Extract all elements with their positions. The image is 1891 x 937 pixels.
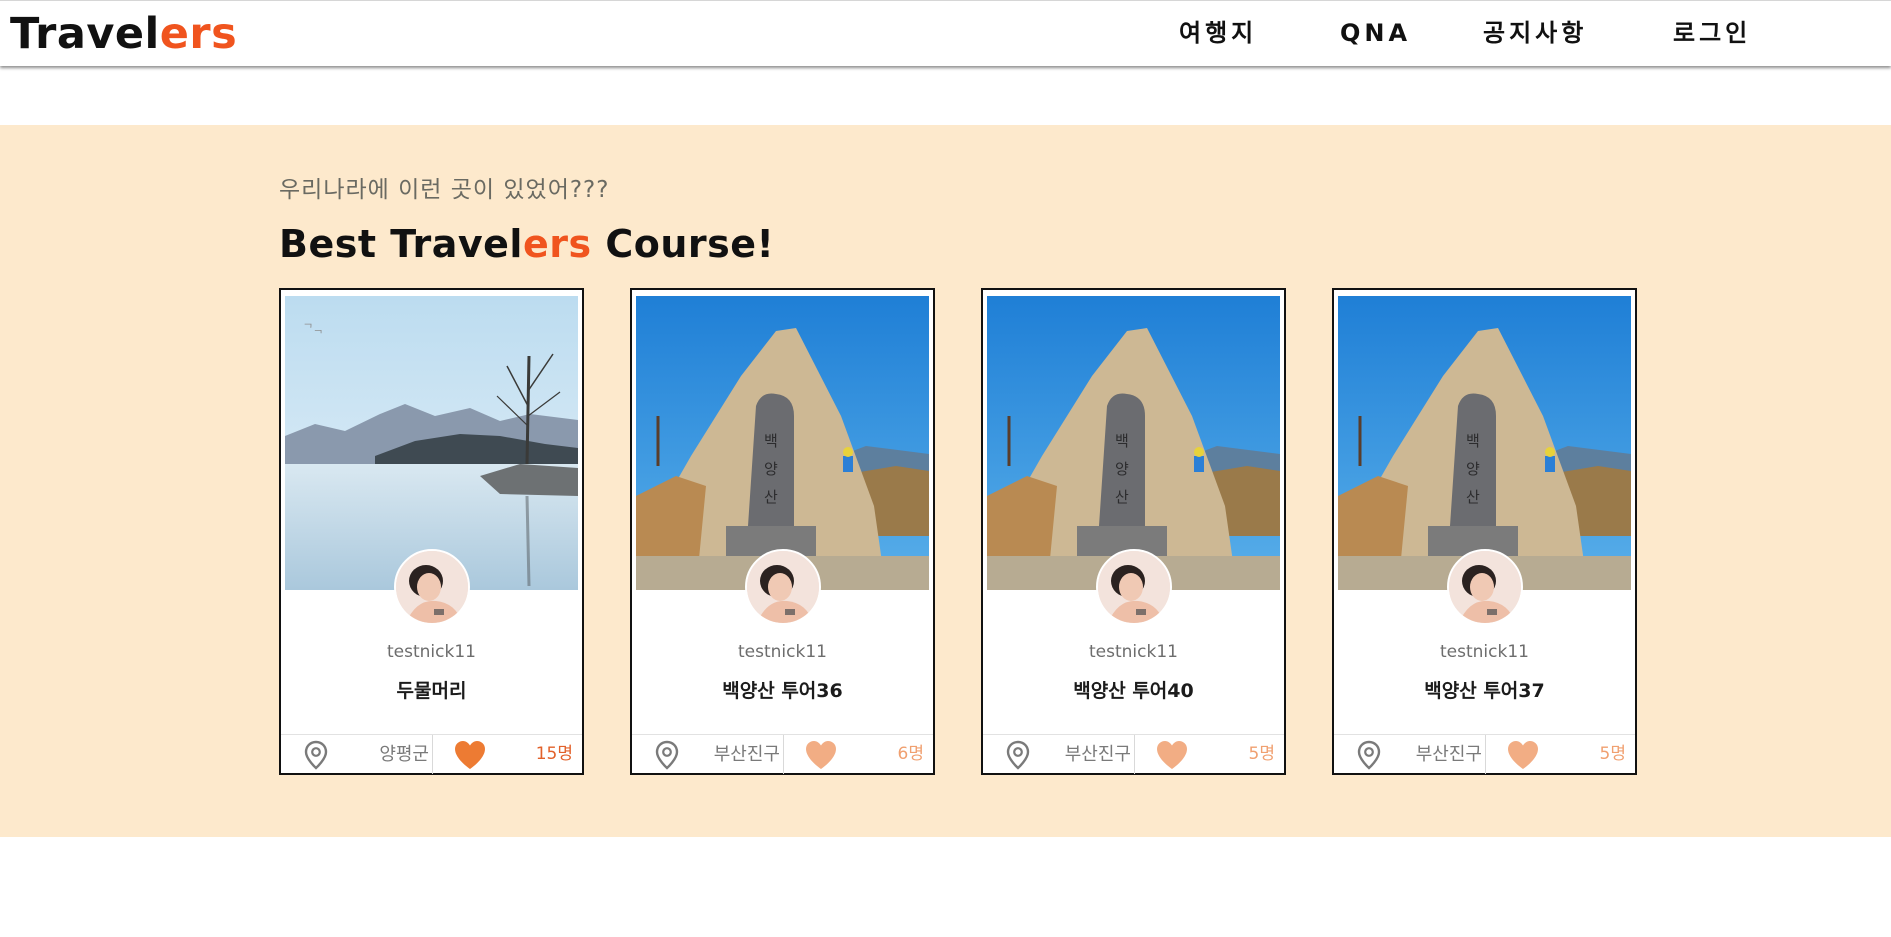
card-footer: 부산진구 6명 [632,734,933,774]
mountain-summit-photo: 백 양 산 [1338,296,1631,590]
avatar-photo [1449,551,1521,623]
best-course-section: 우리나라에 이런 곳이 있었어??? Best Travelers Course… [0,125,1891,837]
location-label: 부산진구 [1415,744,1482,765]
user-avatar[interactable] [745,549,821,625]
course-image[interactable]: ᄀᆨ [285,296,578,590]
user-avatar[interactable] [394,549,470,625]
card-footer: 양평군 15명 [281,734,582,774]
nav-login[interactable]: 로그인 [1673,15,1751,51]
map-pin-icon [1357,740,1381,770]
svg-text:백: 백 [1115,432,1129,450]
user-avatar[interactable] [1447,549,1523,625]
card-footer: 부산진구 5명 [1334,734,1635,774]
section-title-accent: ers [522,222,592,266]
svg-text:산: 산 [1466,488,1480,506]
svg-text:ᄀᆨ: ᄀᆨ [303,322,323,335]
course-name[interactable]: 백양산 투어37 [1334,676,1635,703]
heart-icon[interactable] [1155,739,1189,771]
course-image[interactable]: 백 양 산 [1338,296,1631,590]
svg-text:양: 양 [764,460,778,478]
course-image[interactable]: 백 양 산 [987,296,1280,590]
footer-divider [1485,735,1486,774]
avatar-photo [747,551,819,623]
site-logo[interactable]: Travelers [10,9,237,59]
map-pin-icon [1006,740,1030,770]
mountain-summit-photo: 백 양 산 [987,296,1280,590]
svg-text:백: 백 [1466,432,1480,450]
section-title: Best Travelers Course! [279,222,774,266]
section-title-suffix: Course! [591,222,775,266]
footer-divider [432,735,433,774]
section-title-prefix: Best Travel [279,222,523,266]
map-pin-icon [304,740,328,770]
location-label: 부산진구 [713,744,780,765]
card-footer: 부산진구 5명 [983,734,1284,774]
map-pin-icon [655,740,679,770]
svg-text:산: 산 [764,488,778,506]
like-count: 15명 [535,744,573,764]
svg-text:양: 양 [1115,460,1129,478]
course-card[interactable]: 백 양 산 testnick11 백양산 투어37 부산진구 5명 [1332,288,1637,775]
avatar-photo [396,551,468,623]
logo-accent-text: ers [159,9,238,59]
location-label: 양평군 [379,744,429,765]
author-nickname[interactable]: testnick11 [983,642,1284,662]
svg-text:산: 산 [1115,488,1129,506]
user-avatar[interactable] [1096,549,1172,625]
author-nickname[interactable]: testnick11 [632,642,933,662]
logo-text: Travel [10,9,160,59]
footer-divider [1134,735,1135,774]
site-header: Travelers 여행지 QNA 공지사항 로그인 [0,0,1891,66]
like-count: 6명 [897,744,924,764]
avatar-photo [1098,551,1170,623]
section-subtitle: 우리나라에 이런 곳이 있었어??? [279,177,610,203]
location-label: 부산진구 [1064,744,1131,765]
course-card[interactable]: ᄀᆨ testnick11 두물머리 양평군 15명 [279,288,584,775]
like-count: 5명 [1248,744,1275,764]
course-card[interactable]: 백 양 산 testnick11 백양산 투어36 부산진구 6명 [630,288,935,775]
course-name[interactable]: 백양산 투어40 [983,676,1284,703]
course-name[interactable]: 두물머리 [281,676,582,703]
heart-icon[interactable] [804,739,838,771]
svg-text:양: 양 [1466,460,1480,478]
author-nickname[interactable]: testnick11 [281,642,582,662]
heart-icon[interactable] [1506,739,1540,771]
nav-qna[interactable]: QNA [1340,15,1411,51]
lake-photo: ᄀᆨ [285,296,578,590]
mountain-summit-photo: 백 양 산 [636,296,929,590]
nav-destinations[interactable]: 여행지 [1179,15,1257,51]
author-nickname[interactable]: testnick11 [1334,642,1635,662]
course-name[interactable]: 백양산 투어36 [632,676,933,703]
like-count: 5명 [1599,744,1626,764]
course-image[interactable]: 백 양 산 [636,296,929,590]
nav-notices[interactable]: 공지사항 [1483,15,1587,51]
footer-divider [783,735,784,774]
course-card[interactable]: 백 양 산 testnick11 백양산 투어40 부산진구 5명 [981,288,1286,775]
svg-text:백: 백 [764,432,778,450]
heart-icon[interactable] [453,739,487,771]
